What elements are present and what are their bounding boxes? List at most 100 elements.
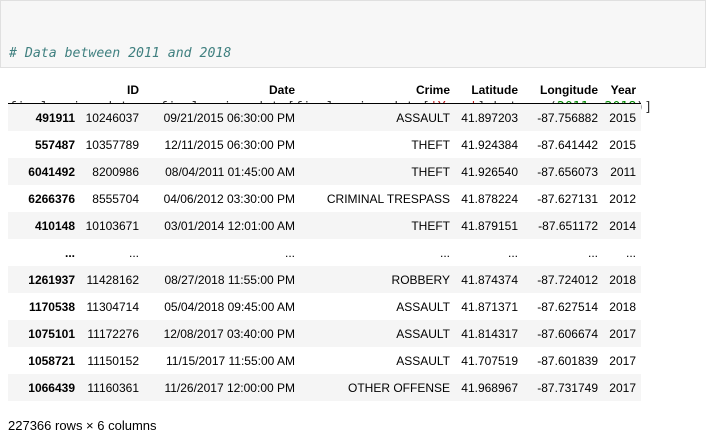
cell-crime: ROBBERY: [391, 272, 450, 287]
cell-year: 2018: [609, 272, 636, 287]
cell-latitude: 41.924384: [461, 137, 518, 152]
cell-id: 10103671: [85, 218, 139, 233]
dataframe-table: ID Date Crime Latitude Longitude Year 49…: [8, 77, 641, 401]
cell-crime: THEFT: [411, 164, 450, 179]
cell-crime: THEFT: [411, 218, 450, 233]
cell-latitude: 41.871371: [461, 299, 518, 314]
cell-latitude: 41.874374: [461, 272, 518, 287]
cell-date: 09/21/2015 06:30:00 PM: [163, 110, 295, 125]
header-index: [8, 77, 80, 104]
cell-id: 10357789: [85, 137, 139, 152]
table-row: 1075101 11172276 12/08/2017 03:40:00 PM ASS…: [8, 320, 641, 347]
header-row: ID Date Crime Latitude Longitude Year: [8, 77, 641, 104]
cell-longitude: ...: [587, 245, 598, 260]
cell-year: 2017: [609, 380, 636, 395]
cell-id: 8555704: [92, 191, 139, 206]
header-latitude: Latitude: [455, 77, 523, 104]
cell-year: ...: [625, 245, 636, 260]
table-row: .....................: [8, 239, 641, 266]
cell-index: 491911: [35, 110, 75, 125]
cell-longitude: -87.601839: [537, 353, 598, 368]
cell-year: 2018: [609, 299, 636, 314]
table-row: 6041492 8200986 08/04/2011 01:45:00 AM THEF…: [8, 158, 641, 185]
table-header: ID Date Crime Latitude Longitude Year: [8, 77, 641, 104]
cell-longitude: -87.651172: [538, 218, 598, 233]
table-row: 6266376 8555704 04/06/2012 03:30:00 PM CRIM…: [8, 185, 641, 212]
cell-index: 6041492: [28, 164, 75, 179]
cell-latitude: ...: [507, 245, 518, 260]
cell-date: 12/08/2017 03:40:00 PM: [163, 326, 295, 341]
cell-crime: OTHER OFFENSE: [347, 380, 450, 395]
cell-index: ...: [64, 245, 75, 260]
cell-index: 1170538: [28, 299, 75, 314]
cell-latitude: 41.897203: [461, 110, 518, 125]
cell-index: 410148: [34, 218, 75, 233]
cell-index: 557487: [34, 137, 75, 152]
table-row: 1066439 11160361 11/26/2017 12:00:00 PM OTH…: [8, 374, 641, 401]
cell-date: 12/11/2015 06:30:00 PM: [164, 137, 295, 152]
cell-date: 08/04/2011 01:45:00 AM: [165, 164, 295, 179]
cell-id: 11304714: [86, 299, 140, 314]
cell-id: 8200986: [92, 164, 139, 179]
cell-longitude: -87.724012: [537, 272, 598, 287]
cell-crime: ASSAULT: [396, 326, 450, 341]
cell-id: 11160361: [87, 380, 139, 395]
cell-latitude: 41.707519: [461, 353, 518, 368]
table-row: 410148 10103671 03/01/2014 12:01:00 AM THEF…: [8, 212, 641, 239]
cell-crime: ASSAULT: [396, 110, 450, 125]
header-id: ID: [80, 77, 144, 104]
table-row: 1058721 11150152 11/15/2017 11:55:00 AM ASS…: [8, 347, 641, 374]
cell-date: 03/01/2014 12:01:00 AM: [164, 218, 295, 233]
table-row: 491911 10246037 09/21/2015 06:30:00 PM ASSA…: [8, 103, 641, 131]
cell-latitude: 41.878224: [461, 191, 518, 206]
cell-index: 1261937: [28, 272, 75, 287]
cell-longitude: -87.627131: [537, 191, 598, 206]
cell-date: 11/26/2017 12:00:00 PM: [164, 380, 295, 395]
cell-latitude: 41.968967: [461, 380, 518, 395]
cell-year: 2015: [609, 110, 636, 125]
cell-date: 11/15/2017 11:55:00 AM: [166, 353, 295, 368]
table-body: 491911 10246037 09/21/2015 06:30:00 PM ASSA…: [8, 103, 641, 401]
cell-id: 11150152: [87, 353, 139, 368]
table-row: 1261937 11428162 08/27/2018 11:55:00 PM ROB…: [8, 266, 641, 293]
cell-index: 1075101: [28, 326, 75, 341]
cell-year: 2015: [609, 137, 636, 152]
cell-latitude: 41.814317: [461, 326, 518, 341]
header-year: Year: [603, 77, 641, 104]
cell-latitude: 41.879151: [461, 218, 518, 233]
cell-date: ...: [284, 245, 295, 260]
cell-crime: ...: [439, 245, 450, 260]
cell-id: 11172276: [87, 326, 139, 341]
cell-longitude: -87.731749: [537, 380, 598, 395]
cell-year: 2014: [609, 218, 636, 233]
cell-index: 1066439: [28, 380, 75, 395]
cell-longitude: -87.656073: [537, 164, 598, 179]
cell-id: 11428162: [86, 272, 140, 287]
cell-longitude: -87.606674: [537, 326, 598, 341]
header-longitude: Longitude: [523, 77, 603, 104]
code-cell[interactable]: # Data between 2011 and 2018 final_crime…: [0, 0, 706, 169]
header-crime: Crime: [300, 77, 455, 104]
cell-latitude: 41.926540: [461, 164, 518, 179]
header-date: Date: [144, 77, 300, 104]
code-line-comment: # Data between 2011 and 2018: [9, 45, 705, 63]
cell-date: 05/04/2018 09:45:00 AM: [164, 299, 295, 314]
cell-year: 2017: [609, 353, 636, 368]
cell-year: 2011: [610, 164, 636, 179]
cell-id: ...: [128, 245, 139, 260]
dataframe-output: ID Date Crime Latitude Longitude Year 49…: [8, 77, 641, 401]
table-row: 1170538 11304714 05/04/2018 09:45:00 AM ASS…: [8, 293, 641, 320]
dataframe-shape: 227366 rows × 6 columns: [8, 418, 157, 433]
code-comment: # Data between 2011 and 2018: [9, 46, 232, 61]
cell-crime: CRIMINAL TRESPASS: [326, 191, 450, 206]
cell-id: 10246037: [85, 110, 139, 125]
cell-longitude: -87.627514: [537, 299, 598, 314]
table-row: 557487 10357789 12/11/2015 06:30:00 PM THEF…: [8, 131, 641, 158]
cell-date: 08/27/2018 11:55:00 PM: [164, 272, 295, 287]
cell-year: 2017: [609, 326, 636, 341]
cell-crime: THEFT: [411, 137, 450, 152]
cell-crime: ASSAULT: [396, 353, 450, 368]
cell-longitude: -87.756882: [537, 110, 598, 125]
cell-date: 04/06/2012 03:30:00 PM: [163, 191, 295, 206]
cell-crime: ASSAULT: [396, 299, 450, 314]
